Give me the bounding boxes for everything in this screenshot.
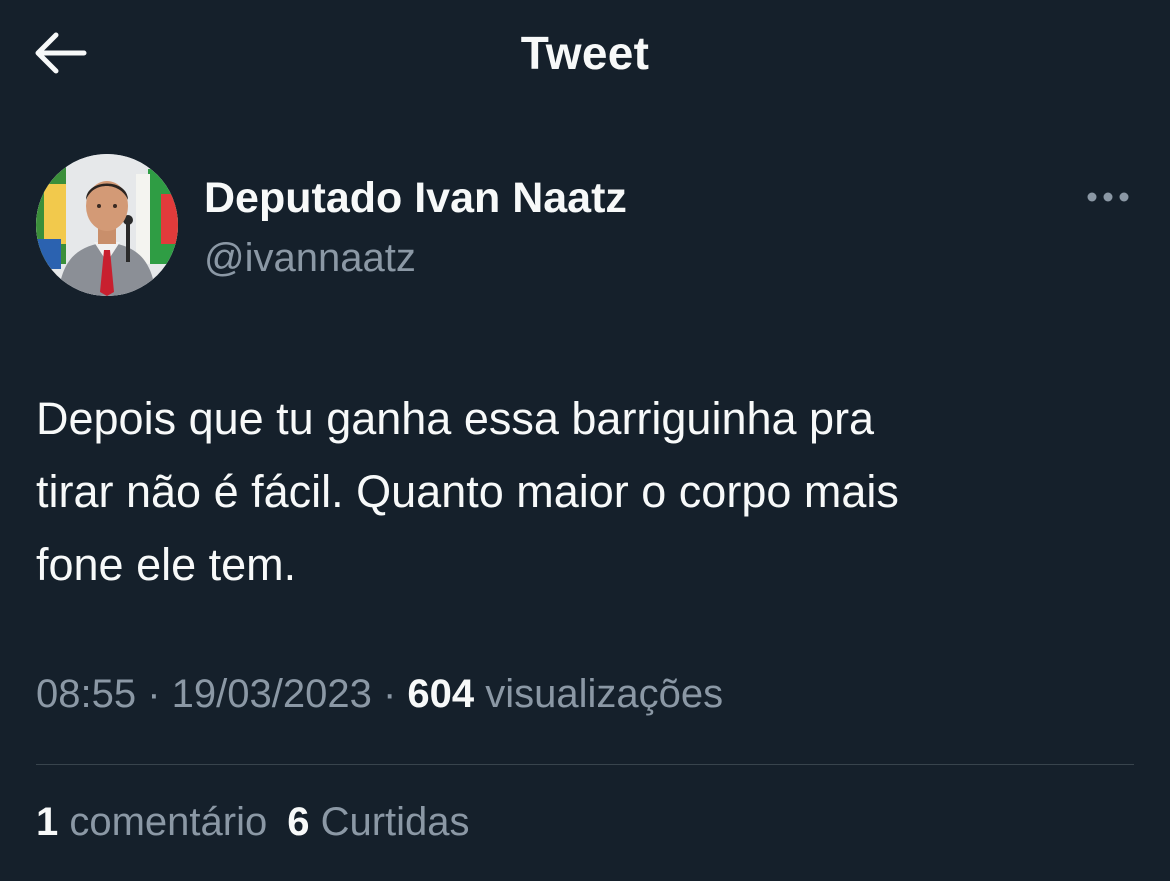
author-handle[interactable]: @ivannaatz xyxy=(204,236,416,281)
author-display-name[interactable]: Deputado Ivan Naatz xyxy=(204,174,627,223)
tweet-text: Depois que tu ganha essa barriguinha pra… xyxy=(36,382,1126,601)
tweet-stats: 1 comentário 6 Curtidas xyxy=(36,800,490,845)
comments-stat[interactable]: 1 comentário xyxy=(36,800,267,845)
likes-stat[interactable]: 6 Curtidas xyxy=(287,800,469,845)
separator-dot: · xyxy=(371,672,408,716)
views-label: visualizações xyxy=(474,672,724,716)
avatar[interactable] xyxy=(36,154,178,296)
more-horizontal-icon xyxy=(1087,192,1129,202)
views-count: 604 xyxy=(407,672,475,716)
likes-count: 6 xyxy=(287,800,310,844)
tweet-text-line: Depois que tu ganha essa barriguinha pra xyxy=(36,393,875,444)
tweet-metadata: 08:55 · 19/03/2023 · 604 visualizações xyxy=(36,672,723,717)
tweet-time[interactable]: 08:55 xyxy=(36,672,136,716)
profile-photo xyxy=(36,154,178,296)
likes-label: Curtidas xyxy=(309,800,470,844)
separator-dot: · xyxy=(136,672,172,716)
tweet-text-line: tirar não é fácil. Quanto maior o corpo … xyxy=(36,466,899,517)
comments-label: comentário xyxy=(58,800,268,844)
page-title: Tweet xyxy=(520,27,650,79)
comments-count: 1 xyxy=(36,800,59,844)
more-options-button[interactable] xyxy=(1080,182,1136,212)
top-bar: Tweet xyxy=(0,0,1170,106)
tweet-text-line: fone ele tem. xyxy=(36,539,297,590)
tweet-date[interactable]: 19/03/2023 xyxy=(172,672,372,716)
divider xyxy=(36,764,1134,765)
tweet-author: Deputado Ivan Naatz @ivannaatz xyxy=(36,154,1136,299)
